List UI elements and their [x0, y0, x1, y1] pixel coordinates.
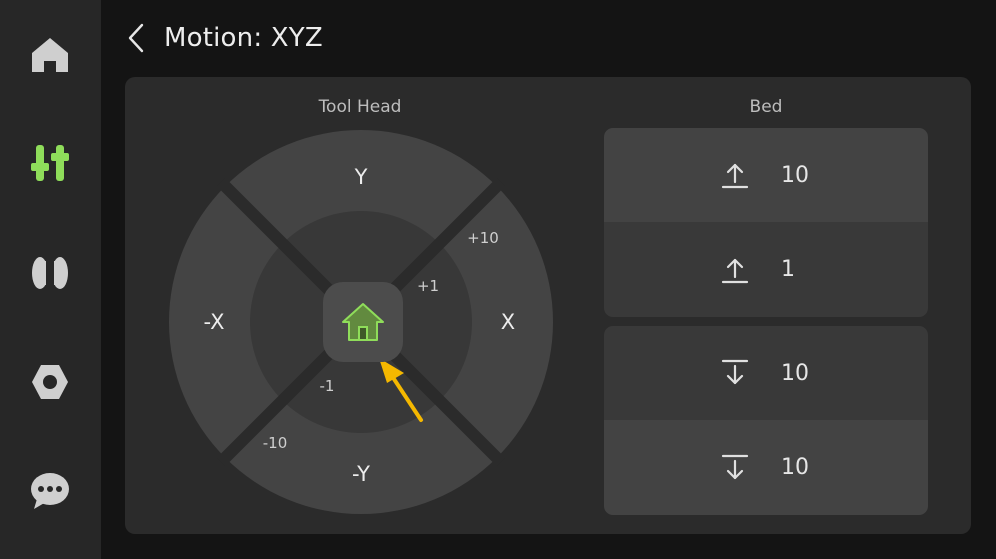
hex-nut-settings-icon — [32, 365, 68, 399]
bed-up-10-value: 10 — [781, 162, 809, 188]
bed-down-10-value: 10 — [781, 360, 809, 386]
sliders-icon — [31, 145, 69, 181]
bed-up-1-value: 1 — [781, 257, 795, 282]
chat-bubble-icon — [31, 473, 69, 509]
step-inner-minus-label: -1 — [319, 377, 335, 395]
filament-spool-icon — [32, 257, 68, 289]
bed-label: Bed — [749, 97, 783, 117]
y-plus-button[interactable]: Y — [355, 165, 368, 189]
arrow-down-from-line-icon — [721, 453, 749, 483]
home-all-button[interactable] — [323, 282, 403, 362]
bed-up-1-button[interactable]: 1 — [604, 222, 928, 317]
page-title: Motion: XYZ — [164, 23, 323, 53]
sidebar-item-motion[interactable] — [20, 133, 80, 193]
step-outer-minus-label: -10 — [262, 434, 288, 452]
step-inner-plus-label: +1 — [416, 277, 440, 295]
arrow-up-to-line-icon — [721, 160, 749, 190]
x-plus-button[interactable]: X — [501, 310, 515, 334]
bed-down-10-value: 10 — [781, 455, 809, 480]
bed-up-10-button[interactable]: 10 — [604, 128, 928, 222]
sidebar-item-settings[interactable] — [20, 352, 80, 412]
sidebar-item-filament[interactable] — [20, 243, 80, 303]
sidebar-item-messages[interactable] — [20, 461, 80, 521]
arrow-down-from-line-icon — [721, 358, 749, 388]
back-button[interactable] — [125, 16, 159, 60]
x-minus-button[interactable]: -X — [204, 310, 225, 334]
bed-down-10-button[interactable]: 10 — [604, 326, 928, 420]
step-outer-plus-label: +10 — [467, 229, 499, 247]
arrow-up-to-line-icon — [721, 255, 749, 285]
bed-down-10-button[interactable]: 10 — [604, 420, 928, 515]
sidebar — [0, 0, 101, 559]
motion-panel: Tool Head Bed Y -Y -X X +10 +1 -1 -10 10… — [125, 77, 971, 534]
header: Motion: XYZ — [125, 16, 323, 60]
sidebar-item-home[interactable] — [20, 25, 80, 85]
home-icon — [32, 38, 68, 72]
chevron-left-icon — [128, 23, 144, 53]
y-minus-button[interactable]: -Y — [352, 462, 370, 486]
home-icon — [342, 303, 384, 341]
